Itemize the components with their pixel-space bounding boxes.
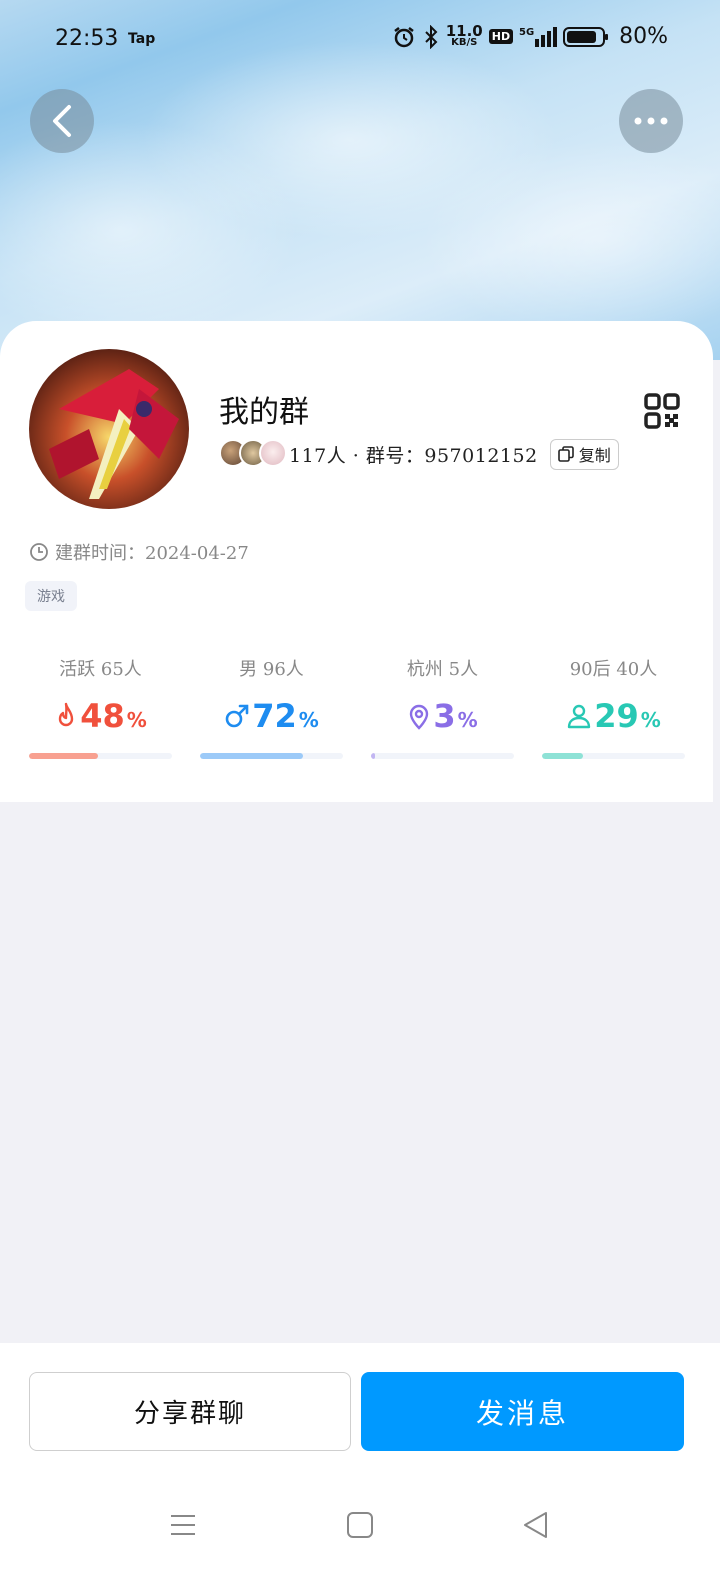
created-date: 建群时间：2024-04-27 (29, 539, 249, 565)
stat-label: 活跃 65人 (59, 659, 142, 680)
stat-progress-fill (371, 753, 376, 759)
status-time: 22:53 (55, 26, 119, 51)
stat-active: 活跃 65人 48 % (29, 655, 172, 759)
status-bar: 22:53 Tap 11.0 KB/S HD 5G 80% (0, 0, 720, 80)
member-avatar (259, 439, 287, 467)
stat-value: 48 (80, 697, 125, 735)
group-tag[interactable]: 游戏 (25, 581, 77, 611)
battery-icon (563, 26, 609, 47)
more-dots-icon (634, 117, 668, 125)
group-avatar[interactable] (29, 349, 189, 509)
flame-icon (59, 702, 74, 727)
qr-code-icon[interactable] (644, 393, 680, 429)
male-icon (225, 704, 249, 728)
location-pin-icon (410, 704, 429, 730)
chevron-left-icon (53, 105, 71, 137)
system-navigation-bar (0, 1490, 720, 1560)
member-avatars[interactable] (219, 439, 289, 469)
stat-label: 杭州 5人 (406, 659, 479, 680)
more-button[interactable] (619, 89, 683, 153)
member-row: 117人 · 群号：957012152 复制 (219, 438, 619, 470)
stat-value: 72 (252, 697, 297, 735)
stat-progress-fill (542, 753, 584, 759)
group-name: 我的群 (219, 395, 309, 430)
battery-percent: 80% (619, 24, 668, 49)
stat-progress-fill (29, 753, 98, 759)
bluetooth-icon (425, 24, 438, 49)
clock-icon (30, 543, 48, 561)
home-icon[interactable] (345, 1510, 375, 1540)
copy-icon (557, 446, 574, 462)
member-count-and-id: 117人 · 群号：957012152 (289, 444, 538, 467)
stat-unit: % (457, 708, 478, 732)
stat-progress-track (29, 753, 172, 759)
signal-icon: 5G (519, 26, 558, 47)
stat-progress-track (371, 753, 514, 759)
stat-progress-fill (200, 753, 303, 759)
network-speed: 11.0 KB/S (445, 22, 483, 48)
copy-button[interactable]: 复制 (549, 438, 619, 470)
group-info-card: 我的群 117人 · 群号：957012152 复制 建群时间：2024-04-… (0, 321, 713, 802)
stat-location: 杭州 5人 3 % (371, 655, 514, 759)
stat-progress-track (542, 753, 685, 759)
stat-unit: % (640, 708, 661, 732)
stat-label: 90后 40人 (569, 659, 658, 680)
copy-label: 复制 (578, 446, 611, 465)
stat-unit: % (126, 708, 147, 732)
created-date-text: 建群时间：2024-04-27 (55, 543, 249, 564)
svg-text:5G: 5G (519, 27, 534, 38)
stat-value: 29 (594, 697, 639, 735)
person-icon (568, 704, 591, 729)
stat-age: 90后 40人 29 % (542, 655, 685, 759)
hd-badge: HD (488, 29, 514, 44)
send-message-button[interactable]: 发消息 (361, 1372, 684, 1451)
stat-label: 男 96人 (239, 659, 304, 680)
alarm-icon (393, 26, 414, 47)
share-group-button[interactable]: 分享群聊 (29, 1372, 351, 1451)
menu-icon[interactable] (168, 1510, 198, 1540)
back-triangle-icon[interactable] (521, 1510, 551, 1540)
back-button[interactable] (30, 89, 94, 153)
stat-male: 男 96人 72 % (200, 655, 343, 759)
stat-value: 3 (433, 697, 456, 735)
stat-progress-track (200, 753, 343, 759)
stat-unit: % (298, 708, 319, 732)
app-indicator: Tap (128, 31, 156, 47)
